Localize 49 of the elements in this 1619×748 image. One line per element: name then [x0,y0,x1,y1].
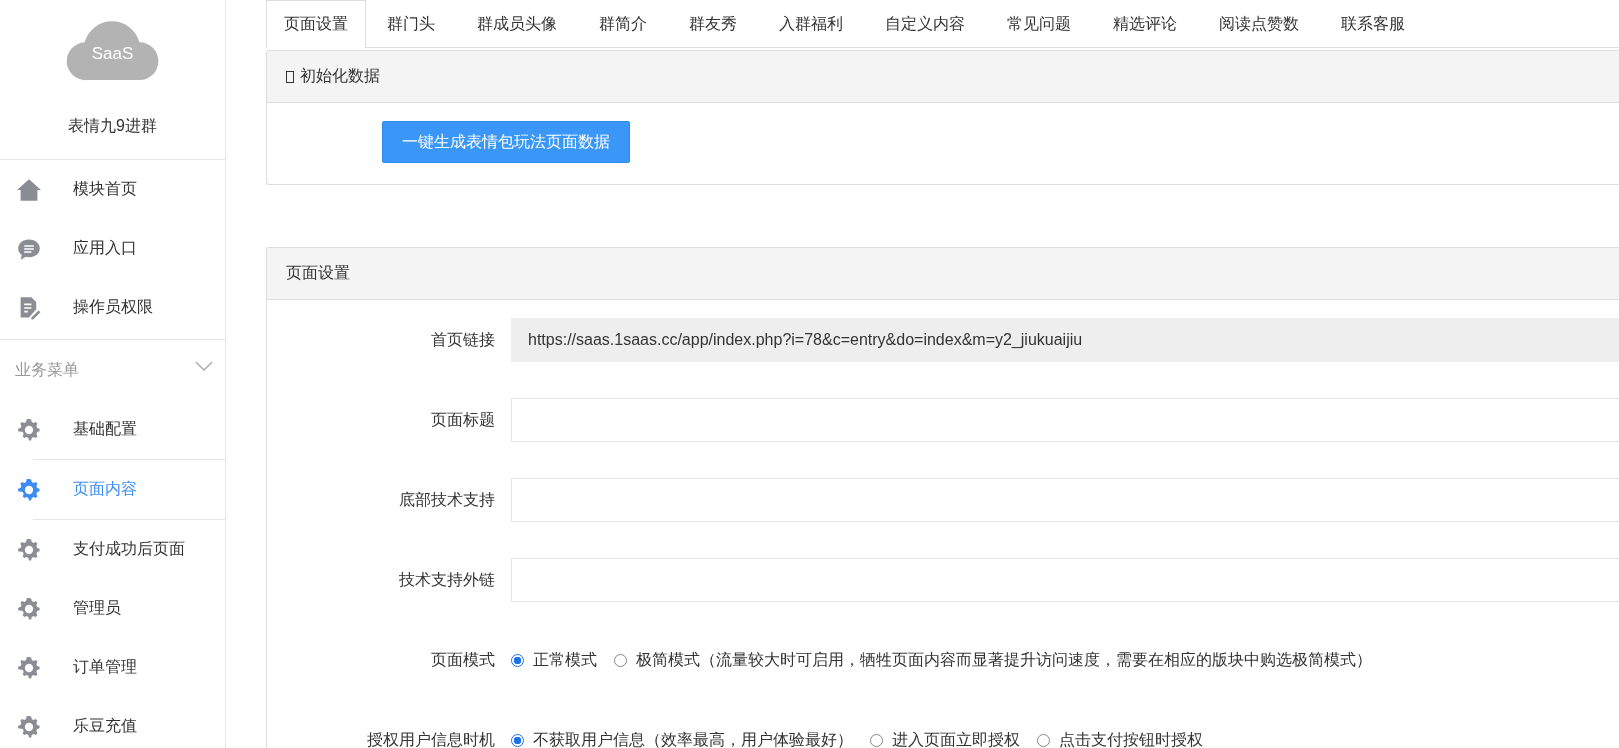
tab[interactable]: 自定义内容 [864,0,986,47]
tab[interactable]: 群友秀 [668,0,758,47]
radio-label[interactable]: 极简模式（流量较大时可启用，牺牲页面内容而显著提升访问速度，需要在相应的版块中购选极简模式） [636,649,1372,671]
gear-icon [17,596,41,621]
input-field[interactable] [511,558,1619,602]
sidebar-item[interactable]: 乐豆充值 [73,716,137,737]
tab[interactable]: 入群福利 [758,0,864,47]
field-label: 技术支持外链 [398,569,496,590]
tab[interactable]: 群简介 [578,0,668,47]
input-field[interactable] [511,398,1619,442]
field-label: 页面模式 [430,649,496,670]
sidebar-item[interactable]: 应用入口 [73,238,137,259]
field-label: 授权用户信息时机 [366,729,496,748]
tab[interactable]: 群成员头像 [456,0,578,47]
sidebar-item[interactable]: 模块首页 [73,179,137,200]
radio-label[interactable]: 不获取用户信息（效率最高，用户体验最好） [533,729,853,748]
panel-title: 页面设置 [286,263,350,283]
radio-label[interactable]: 点击支付按钮时授权 [1059,729,1203,748]
radio-label[interactable]: 正常模式 [533,649,597,671]
gear-icon [17,655,41,680]
link-field[interactable]: https://saas.1saas.cc/app/index.php?i=78&c=entry&do=index&m=y2_jiukuaijiu [511,318,1619,362]
sidebar-item[interactable]: 订单管理 [73,657,137,678]
radio-button[interactable] [511,653,524,667]
tab[interactable]: 常见问题 [986,0,1092,47]
radio-button[interactable] [511,733,524,747]
gear-icon [17,537,41,562]
square-icon [286,70,294,83]
input-field[interactable] [511,478,1619,522]
sidebar-item[interactable]: 支付成功后页面 [73,539,185,560]
field-label: 首页链接 [430,329,496,350]
field-label: 底部技术支持 [398,489,496,510]
app-name: 表情九9进群 [68,116,157,136]
tab[interactable]: 群门头 [366,0,456,47]
tab[interactable]: 页面设置 [266,0,366,48]
tab[interactable]: 阅读点赞数 [1198,0,1320,47]
tab[interactable]: 精选评论 [1092,0,1198,47]
panel-title: 初始化数据 [300,66,380,86]
gear-icon [17,417,41,442]
gear-icon [17,477,41,502]
gear-icon [17,714,41,739]
sidebar-item[interactable]: 管理员 [73,598,121,619]
logo-text: SaaS [90,44,135,64]
sidebar-item[interactable]: 操作员权限 [73,297,153,318]
tab[interactable]: 联系客服 [1320,0,1426,47]
chat-bubble-icon [17,236,41,261]
home-icon [17,177,41,202]
radio-label[interactable]: 进入页面立即授权 [892,729,1020,748]
field-label: 页面标题 [430,409,496,430]
sidebar-item[interactable]: 基础配置 [73,419,137,440]
